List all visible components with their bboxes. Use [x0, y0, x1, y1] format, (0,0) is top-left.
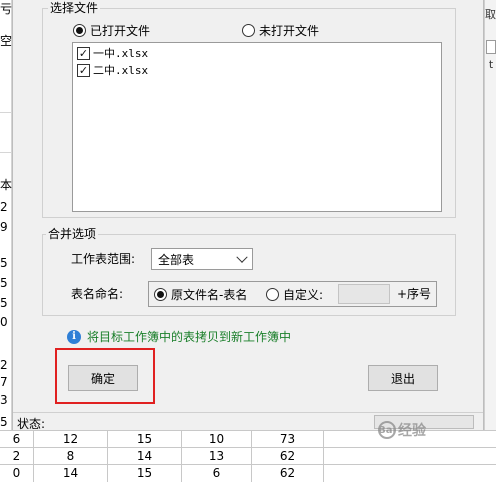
status-label: 状态:: [17, 417, 46, 431]
bg-right-label: 取: [485, 8, 496, 21]
table-cell: 6: [182, 465, 252, 482]
file-listbox[interactable]: ✓ 一中.xlsx ✓ 二中.xlsx: [72, 42, 442, 212]
table-cell: 13: [182, 448, 252, 465]
merge-options-group-title: 合并选项: [46, 227, 99, 241]
radio-selected-indicator: [154, 287, 167, 301]
table-cell: 14: [34, 465, 108, 482]
file-name: 二中.xlsx: [93, 64, 149, 77]
radio-opened-files[interactable]: 已打开文件: [73, 22, 150, 38]
bg-cell: 5: [0, 415, 8, 429]
file-name: 一中.xlsx: [93, 47, 149, 60]
table-cell: 10: [182, 431, 252, 448]
table-row: 0 14 15 6 62: [0, 464, 496, 482]
bg-cell: 0: [0, 315, 8, 329]
info-text: 将目标工作簿中的表拷贝到新工作簿中: [87, 330, 292, 344]
bg-cell: 5: [0, 296, 8, 310]
watermark-text: 经验: [398, 423, 426, 439]
info-icon: i: [67, 329, 81, 344]
baidu-logo-icon: Bai: [378, 421, 396, 439]
radio-custom-name-label: 自定义:: [283, 287, 324, 302]
merge-dialog: 选择文件 已打开文件 未打开文件 ✓ 一中.xlsx ✓ 二中.xlsx 合并选…: [12, 0, 484, 431]
radio-original-name-label: 原文件名-表名: [171, 287, 248, 302]
checkbox-checked-icon[interactable]: ✓: [77, 63, 90, 77]
bg-gridline: [0, 152, 12, 153]
sheet-range-select[interactable]: 全部表: [151, 248, 253, 270]
bg-cell: 本: [0, 178, 12, 192]
bg-cell: 9: [0, 220, 8, 234]
list-item[interactable]: ✓ 二中.xlsx: [77, 62, 148, 78]
checkbox-checked-icon[interactable]: ✓: [77, 46, 90, 60]
suffix-label: +序号: [397, 287, 432, 301]
table-cell: 15: [108, 465, 182, 482]
table-cell: 8: [34, 448, 108, 465]
bg-cell: 2: [0, 200, 8, 214]
bg-cell: 亏: [0, 2, 12, 16]
sheet-range-label: 工作表范围:: [71, 252, 136, 266]
radio-original-name[interactable]: 原文件名-表名: [154, 286, 247, 302]
sheet-range-value: 全部表: [158, 252, 195, 267]
bg-cell: 5: [0, 276, 8, 290]
baidu-watermark: Bai 经验: [378, 420, 426, 440]
bg-cell: 3: [0, 393, 8, 407]
radio-unopened-files[interactable]: 未打开文件: [242, 22, 319, 38]
bg-gridline: [0, 112, 12, 113]
table-cell: 2: [0, 448, 34, 465]
info-message: i 将目标工作簿中的表拷贝到新工作簿中: [67, 328, 291, 345]
list-item[interactable]: ✓ 一中.xlsx: [77, 45, 148, 61]
bg-cell: 空: [0, 34, 12, 48]
naming-label: 表名命名:: [71, 287, 124, 301]
radio-unselected-indicator: [242, 23, 255, 37]
table-cell: 6: [0, 431, 34, 448]
radio-opened-files-label: 已打开文件: [90, 23, 151, 38]
custom-name-input[interactable]: [338, 284, 390, 304]
highlight-box: [55, 348, 155, 404]
table-cell: 73: [252, 431, 324, 448]
bg-cell: 2: [0, 358, 8, 372]
radio-custom-name[interactable]: 自定义:: [266, 286, 323, 302]
table-cell: 12: [34, 431, 108, 448]
table-cell: 62: [252, 465, 324, 482]
bg-cell: 7: [0, 375, 8, 389]
table-cell: 62: [252, 448, 324, 465]
radio-unselected-indicator: [266, 287, 279, 301]
bg-right-label: t: [488, 58, 494, 71]
file-select-group-title: 选择文件: [48, 1, 101, 15]
table-cell: 15: [108, 431, 182, 448]
background-sheet-right: 取 t: [484, 0, 496, 482]
background-sheet-left: 亏 空 本 2 9 5 5 5 0 2 7 3 5: [0, 0, 12, 482]
table-row: 2 8 14 13 62: [0, 447, 496, 465]
radio-selected-indicator: [73, 23, 86, 37]
chevron-down-icon: [236, 251, 248, 263]
table-cell: 0: [0, 465, 34, 482]
exit-button[interactable]: 退出: [368, 365, 438, 391]
table-cell: 14: [108, 448, 182, 465]
radio-unopened-files-label: 未打开文件: [259, 23, 320, 38]
bg-cell: 5: [0, 256, 8, 270]
bg-checkbox: [486, 40, 496, 54]
